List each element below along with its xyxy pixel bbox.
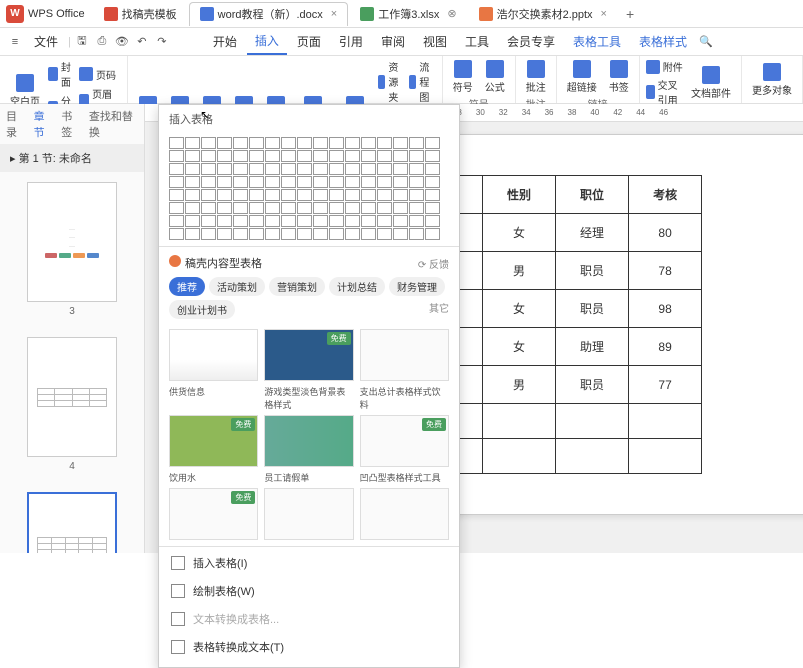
insert-table-menu[interactable]: 插入表格(I) xyxy=(159,549,459,577)
ribbon-group-symbol: 符号 公式 符号 xyxy=(443,56,516,103)
attachment-button[interactable]: 附件 xyxy=(646,58,683,75)
xls-icon xyxy=(360,7,374,21)
template-section-title: 稿壳内容型表格 ⟳ 反馈 xyxy=(159,249,459,275)
cursor-icon: ↖ xyxy=(200,108,210,122)
ppt-icon xyxy=(479,7,493,21)
close-icon[interactable]: × xyxy=(601,8,607,20)
page-num-button[interactable]: 页码 xyxy=(79,66,121,83)
menu-review[interactable]: 审阅 xyxy=(373,29,413,54)
menu-member[interactable]: 会员专享 xyxy=(499,29,563,54)
tab-word-doc[interactable]: word教程（新）.docx× xyxy=(189,2,349,26)
doc-part-button[interactable]: 文档部件 xyxy=(687,64,735,102)
tab-template-store[interactable]: 找稿壳模板 xyxy=(94,2,187,26)
table-to-text-menu[interactable]: 表格转换成文本(T) xyxy=(159,633,459,661)
link-button[interactable]: 超链接 xyxy=(563,58,601,96)
template-5[interactable] xyxy=(264,415,353,467)
other-link[interactable]: 其它 xyxy=(429,300,449,319)
text-to-table-menu: 文本转换成表格... xyxy=(159,605,459,633)
feedback-link[interactable]: ⟳ 反馈 xyxy=(418,256,449,271)
navigation-sidebar: 目录 章节 书签 查找和替换 第 1 节: 未命名 ········· 3 4 … xyxy=(0,104,145,553)
template-4[interactable]: 免费 xyxy=(169,415,258,467)
convert-icon xyxy=(171,640,185,654)
section-header[interactable]: 第 1 节: 未命名 xyxy=(0,144,144,172)
ribbon-group-parts: 附件 交叉引用 文档部件 部件 xyxy=(640,56,742,103)
pill-recommend[interactable]: 推荐 xyxy=(169,277,205,296)
draw-table-menu[interactable]: 绘制表格(W) xyxy=(159,577,459,605)
dropdown-header: 插入表格 ↖ xyxy=(159,105,459,133)
redo-icon[interactable]: ↷ xyxy=(153,33,171,51)
print-icon[interactable]: ⎙ xyxy=(93,33,111,51)
convert-icon xyxy=(171,612,185,626)
table-size-grid[interactable] xyxy=(159,133,459,244)
doc-icon xyxy=(200,7,214,21)
file-menu[interactable]: 文件 xyxy=(26,29,66,54)
menu-table-style[interactable]: 表格样式 xyxy=(631,29,695,54)
ribbon-group-more: 更多对象 xyxy=(742,56,803,103)
table-icon xyxy=(171,556,185,570)
sidebar-tab-toc[interactable]: 目录 xyxy=(6,108,26,140)
undo-icon[interactable]: ↶ xyxy=(133,33,151,51)
flowchart-button[interactable]: 流程图 xyxy=(409,58,436,105)
wps-icon xyxy=(104,7,118,21)
sidebar-tab-bookmark[interactable]: 书签 xyxy=(61,108,81,140)
search-icon[interactable]: 🔍 xyxy=(697,33,715,51)
tab-workbook[interactable]: 工作簿3.xlsx⊗ xyxy=(350,2,466,26)
more-button[interactable]: 更多对象 xyxy=(748,61,796,99)
sidebar-tab-chapter[interactable]: 章节 xyxy=(34,108,54,140)
pill-business[interactable]: 创业计划书 xyxy=(169,300,235,319)
category-pills: 推荐 活动策划 营销策划 计划总结 财务管理 创业计划书 其它 xyxy=(159,275,459,325)
pencil-icon xyxy=(171,584,185,598)
ribbon: 空白页 封面 分页 页码 页眉页脚 页 表格 图片 截屏 形状 图标 文本框 艺… xyxy=(0,56,803,104)
sidebar-tab-find[interactable]: 查找和替换 xyxy=(89,108,138,140)
pill-marketing[interactable]: 营销策划 xyxy=(269,277,325,296)
title-bar: W WPS Office 找稿壳模板 word教程（新）.docx× 工作簿3.… xyxy=(0,0,803,28)
menu-page[interactable]: 页面 xyxy=(289,29,329,54)
bookmark-button[interactable]: 书签 xyxy=(605,58,633,96)
app-name: WPS Office xyxy=(28,8,85,20)
thumb-page-5[interactable]: 5 xyxy=(0,482,144,553)
template-1[interactable] xyxy=(169,329,258,381)
save-icon[interactable]: 🖫 xyxy=(73,33,91,51)
new-tab-button[interactable]: + xyxy=(618,6,642,22)
template-6[interactable]: 免费 xyxy=(360,415,449,467)
ribbon-group-comment: 批注 批注 xyxy=(516,56,557,103)
comment-button[interactable]: 批注 xyxy=(522,58,550,96)
preview-icon[interactable]: 👁 xyxy=(113,33,131,51)
menu-reference[interactable]: 引用 xyxy=(331,29,371,54)
cover-button[interactable]: 封面 xyxy=(48,58,75,90)
ribbon-group-link: 超链接 书签 链接 xyxy=(557,56,640,103)
menu-icon[interactable]: ≡ xyxy=(6,33,24,51)
pill-finance[interactable]: 财务管理 xyxy=(389,277,445,296)
thumb-page-4[interactable]: 4 xyxy=(0,327,144,482)
close-icon[interactable]: ⊗ xyxy=(447,7,456,20)
menu-table-tools[interactable]: 表格工具 xyxy=(565,29,629,54)
template-9[interactable] xyxy=(360,488,449,540)
menu-start[interactable]: 开始 xyxy=(205,29,245,54)
thumb-page-3[interactable]: ········· 3 xyxy=(0,172,144,327)
resource-button[interactable]: 资源夹 xyxy=(378,58,405,105)
table-dropdown-panel: 插入表格 ↖ 稿壳内容型表格 ⟳ 反馈 推荐 活动策划 营销策划 计划总结 财务… xyxy=(158,104,460,668)
template-3[interactable] xyxy=(360,329,449,381)
tab-ppt[interactable]: 浩尔交换素材2.pptx× xyxy=(469,2,617,26)
menu-tools[interactable]: 工具 xyxy=(457,29,497,54)
menu-insert[interactable]: 插入 xyxy=(247,28,287,55)
pill-activity[interactable]: 活动策划 xyxy=(209,277,265,296)
template-2[interactable]: 免费 xyxy=(264,329,353,381)
pill-plan[interactable]: 计划总结 xyxy=(329,277,385,296)
ribbon-group-page: 空白页 封面 分页 页码 页眉页脚 页 xyxy=(0,56,128,103)
menu-bar: ≡ 文件 | 🖫 ⎙ 👁 ↶ ↷ 开始 插入 页面 引用 审阅 视图 工具 会员… xyxy=(0,28,803,56)
close-icon[interactable]: × xyxy=(331,8,337,20)
app-icon: W xyxy=(6,5,24,23)
formula-button[interactable]: 公式 xyxy=(481,58,509,96)
template-8[interactable] xyxy=(264,488,353,540)
template-7[interactable]: 免费 xyxy=(169,488,258,540)
ribbon-group-insert: 表格 图片 截屏 形状 图标 文本框 艺术字 资源夹 智能图形 流程图 思维导图 xyxy=(128,56,443,103)
symbol-button[interactable]: 符号 xyxy=(449,58,477,96)
menu-view[interactable]: 视图 xyxy=(415,29,455,54)
